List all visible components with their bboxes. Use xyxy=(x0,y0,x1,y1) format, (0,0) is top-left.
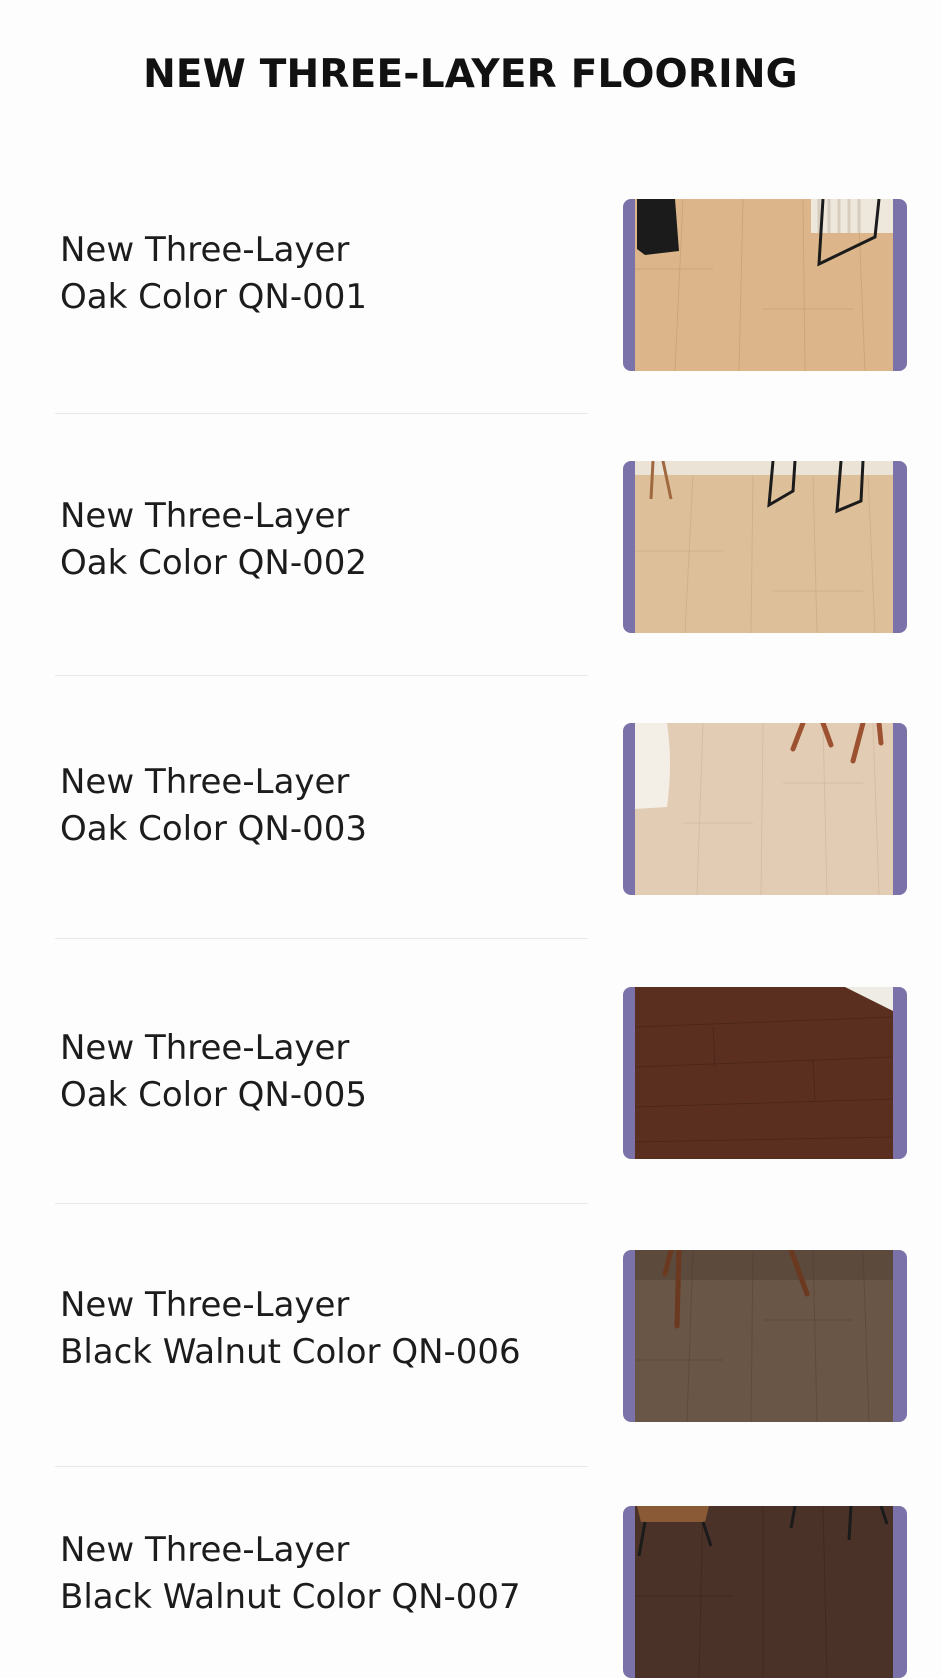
product-name[interactable]: New Three-Layer Oak Color QN-001 xyxy=(60,227,367,321)
divider xyxy=(55,938,588,939)
divider xyxy=(55,675,588,676)
floor-sample-image xyxy=(635,199,893,371)
floor-sample-image xyxy=(634,987,894,1159)
floor-surface xyxy=(635,461,893,633)
product-color-label: Black Walnut Color QN-007 xyxy=(60,1577,521,1617)
product-series-label: New Three-Layer xyxy=(60,1285,350,1325)
floor-surface xyxy=(635,1506,893,1678)
product-thumbnail[interactable] xyxy=(623,1506,907,1678)
product-name[interactable]: New Three-Layer Black Walnut Color QN-00… xyxy=(60,1282,521,1376)
divider xyxy=(55,413,588,414)
product-color-label: Oak Color QN-003 xyxy=(60,809,368,849)
product-color-label: Black Walnut Color QN-006 xyxy=(60,1332,521,1372)
product-name[interactable]: New Three-Layer Oak Color QN-005 xyxy=(60,1025,367,1119)
product-series-label: New Three-Layer xyxy=(60,1530,350,1570)
divider xyxy=(55,1203,588,1204)
divider xyxy=(55,1466,588,1467)
product-thumbnail[interactable] xyxy=(623,987,907,1159)
product-name[interactable]: New Three-Layer Black Walnut Color QN-00… xyxy=(60,1527,521,1621)
floor-sample-image xyxy=(635,1506,893,1678)
product-thumbnail[interactable] xyxy=(623,461,907,633)
product-series-label: New Three-Layer xyxy=(60,496,350,536)
product-name[interactable]: New Three-Layer Oak Color QN-002 xyxy=(60,493,367,587)
floor-sample-image xyxy=(635,1250,893,1422)
product-series-label: New Three-Layer xyxy=(60,1028,350,1068)
product-name[interactable]: New Three-Layer Oak Color QN-003 xyxy=(60,759,367,853)
product-color-label: Oak Color QN-001 xyxy=(60,277,368,317)
product-thumbnail[interactable] xyxy=(623,723,907,895)
floor-sample-image xyxy=(635,461,893,633)
product-color-label: Oak Color QN-005 xyxy=(60,1075,368,1115)
floor-surface xyxy=(635,987,893,1159)
product-color-label: Oak Color QN-002 xyxy=(60,543,368,583)
product-series-label: New Three-Layer xyxy=(60,762,350,802)
product-list: New Three-Layer Oak Color QN-001 New Thr… xyxy=(0,0,941,1678)
product-thumbnail[interactable] xyxy=(623,199,907,371)
product-series-label: New Three-Layer xyxy=(60,230,350,270)
floor-sample-image xyxy=(635,723,893,895)
product-thumbnail[interactable] xyxy=(623,1250,907,1422)
